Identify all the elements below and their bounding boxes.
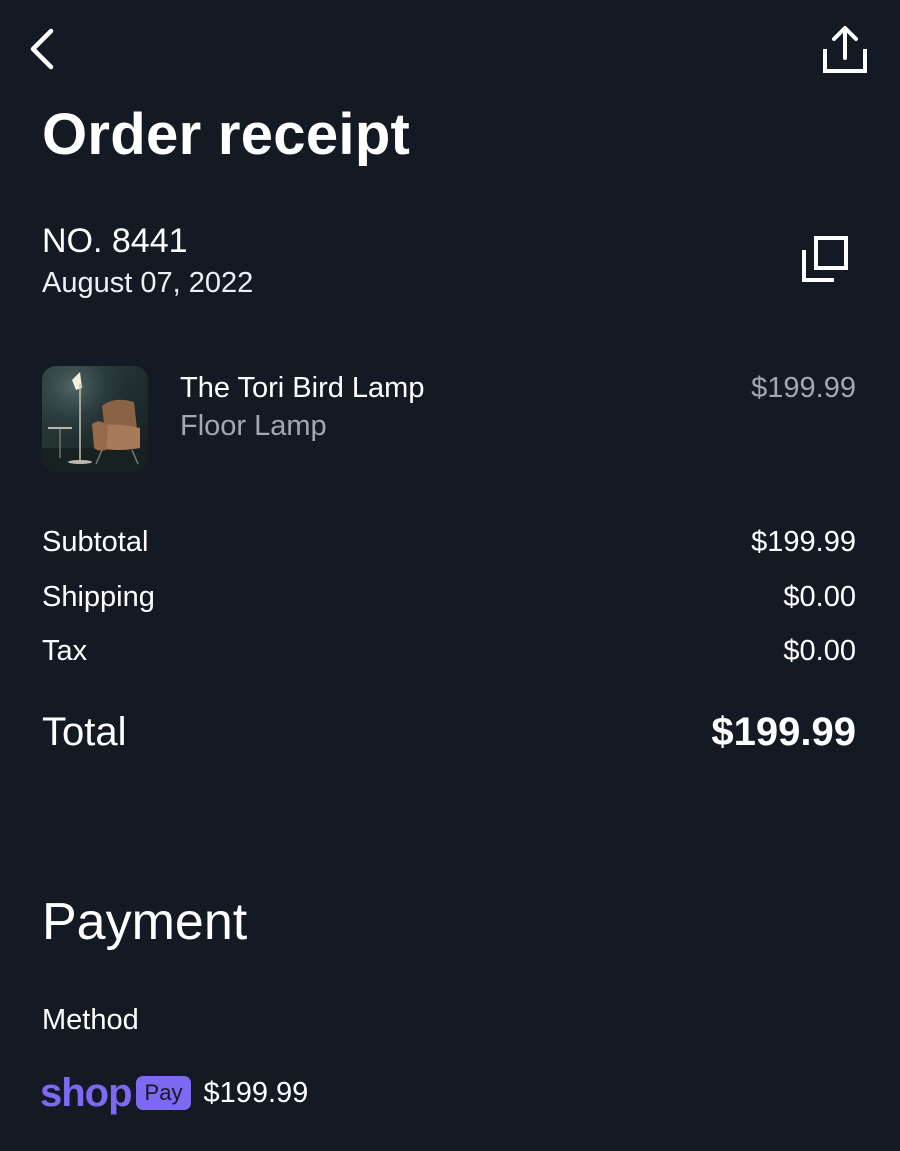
- copy-icon: [802, 236, 848, 282]
- tax-value: $0.00: [783, 635, 856, 667]
- product-price: $199.99: [751, 372, 856, 404]
- product-name: The Tori Bird Lamp: [180, 372, 425, 404]
- shipping-label: Shipping: [42, 581, 155, 613]
- shipping-row: Shipping $0.00: [42, 577, 856, 617]
- copy-order-button[interactable]: [796, 230, 854, 288]
- top-bar: [0, 0, 900, 100]
- subtotal-value: $199.99: [751, 526, 856, 558]
- payment-section-title: Payment: [42, 893, 248, 951]
- back-button[interactable]: [20, 24, 64, 74]
- page-title: Order receipt: [42, 102, 411, 167]
- order-item[interactable]: The Tori Bird Lamp Floor Lamp $199.99: [42, 366, 856, 474]
- share-button[interactable]: [818, 22, 872, 78]
- chevron-left-icon: [30, 28, 54, 70]
- product-thumbnail: [42, 366, 148, 472]
- payment-method: shop Pay $199.99: [40, 1070, 308, 1116]
- order-number: NO. 8441: [42, 222, 188, 260]
- subtotal-label: Subtotal: [42, 526, 149, 558]
- payment-method-label: Method: [42, 1004, 139, 1036]
- total-label: Total: [42, 710, 127, 754]
- order-date: August 07, 2022: [42, 267, 254, 299]
- shipping-value: $0.00: [783, 581, 856, 613]
- shop-pay-logo-badge: Pay: [135, 1076, 192, 1110]
- product-category: Floor Lamp: [180, 410, 327, 442]
- subtotal-row: Subtotal $199.99: [42, 522, 856, 562]
- tax-label: Tax: [42, 635, 88, 667]
- lamp-chair-photo: [42, 366, 148, 472]
- share-upload-icon: [823, 26, 867, 73]
- shop-pay-logo-word: shop: [40, 1071, 133, 1115]
- total-value: $199.99: [711, 710, 856, 754]
- total-row: Total $199.99: [42, 706, 856, 758]
- tax-row: Tax $0.00: [42, 631, 856, 671]
- payment-amount: $199.99: [203, 1077, 309, 1109]
